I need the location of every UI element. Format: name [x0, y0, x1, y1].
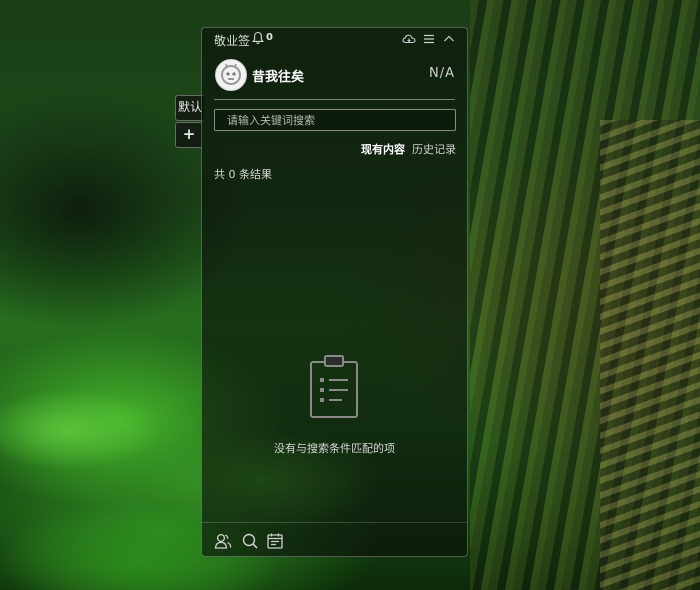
- search-icon[interactable]: [241, 532, 259, 550]
- tab-history[interactable]: 历史记录: [412, 141, 456, 157]
- contacts-icon[interactable]: [214, 532, 232, 550]
- avatar[interactable]: [215, 59, 247, 91]
- user-status: N/A: [429, 66, 455, 81]
- menu-icon[interactable]: [422, 32, 436, 46]
- cloud-sync-icon[interactable]: [402, 32, 416, 46]
- header-divider: [214, 99, 455, 100]
- chevron-up-icon[interactable]: [442, 32, 456, 46]
- title-bar[interactable]: 敬业签 0: [202, 28, 467, 50]
- notification-count: 0: [266, 32, 273, 43]
- side-tab-default[interactable]: 默认: [175, 95, 204, 121]
- footer-divider: [202, 522, 467, 523]
- side-tab-add[interactable]: +: [175, 122, 202, 148]
- tab-current-content[interactable]: 现有内容: [361, 141, 405, 157]
- content-tabs: 现有内容 历史记录: [354, 141, 456, 157]
- calendar-icon[interactable]: [266, 532, 284, 550]
- avatar-face-icon: [221, 63, 241, 85]
- clipboard-icon: [310, 355, 358, 418]
- note-panel: 敬业签 0 昔我往矣 N/A 请输入关键词搜索 现有内容 历史记录 共 0 条结…: [201, 27, 468, 557]
- search-input[interactable]: [214, 109, 456, 131]
- background-bark-detail: [600, 120, 700, 590]
- user-info: 昔我往矣 N/A: [202, 56, 467, 96]
- empty-message: 没有与搜索条件匹配的项: [274, 442, 395, 455]
- bell-icon[interactable]: [252, 31, 264, 45]
- result-count: 共 0 条结果: [214, 168, 272, 181]
- app-title: 敬业签: [214, 34, 251, 48]
- user-name: 昔我往矣: [252, 70, 305, 85]
